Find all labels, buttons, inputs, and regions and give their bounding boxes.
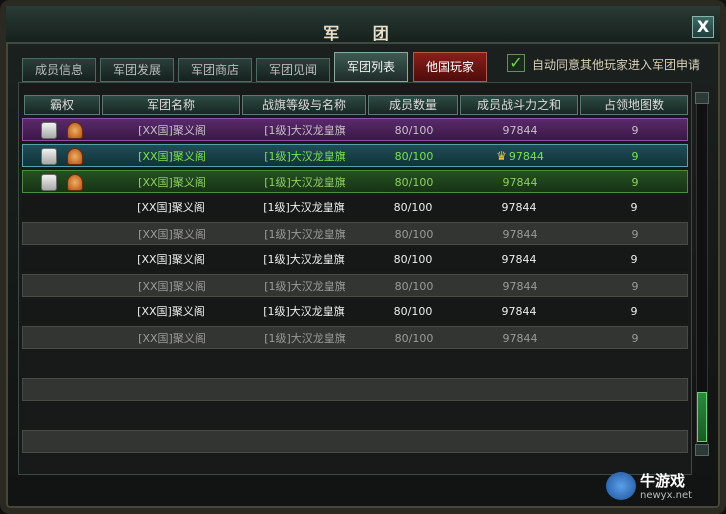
watermark: 牛游戏 newyx.net: [606, 470, 716, 504]
flag-name: [1级]大汉龙皇旗: [264, 124, 346, 137]
member-count: 80/100: [394, 150, 434, 163]
guild-name: [XX国]聚义阁: [138, 228, 206, 241]
member-count: 80/100: [394, 124, 434, 137]
member-count: 80/100: [394, 332, 434, 345]
flag-name: [1级]大汉龙皇旗: [264, 150, 346, 163]
empty-row: [22, 378, 688, 401]
flag-name: [1级]大汉龙皇旗: [263, 305, 345, 318]
flag-name: [1级]大汉龙皇旗: [263, 253, 345, 266]
auto-accept-checkbox[interactable]: ✓: [507, 54, 525, 72]
flag-name: [1级]大汉龙皇旗: [264, 176, 346, 189]
member-count: 80/100: [394, 280, 434, 293]
map-count: 9: [631, 332, 639, 345]
map-count: 9: [631, 176, 639, 189]
flag-name: [1级]大汉龙皇旗: [263, 201, 345, 214]
power-cell: ♛ 97844: [461, 145, 579, 168]
watermark-logo-icon: [606, 472, 636, 500]
power-sum: 97844: [502, 332, 538, 345]
table-row[interactable]: [XX国]聚义阁 [1级]大汉龙皇旗 80/100 97844 9: [22, 118, 688, 141]
silver-seal-icon: [41, 174, 57, 191]
guild-name: [XX国]聚义阁: [138, 280, 206, 293]
flag-name: [1级]大汉龙皇旗: [264, 280, 346, 293]
bronze-badge-icon: [67, 148, 83, 165]
power-sum: 97844: [508, 150, 544, 163]
power-sum: 97844: [502, 124, 538, 137]
tab-guild-shop[interactable]: 军团商店: [178, 58, 252, 82]
scroll-up-button[interactable]: [695, 92, 709, 104]
flag-name: [1级]大汉龙皇旗: [264, 228, 346, 241]
scroll-down-button[interactable]: [695, 444, 709, 456]
column-header-hegemony[interactable]: 霸权: [24, 95, 100, 115]
map-count: 9: [630, 305, 638, 318]
guild-name: [XX国]聚义阁: [138, 176, 206, 189]
member-count: 80/100: [394, 228, 434, 241]
map-count: 9: [631, 124, 639, 137]
bronze-badge-icon: [67, 174, 83, 191]
column-header-guild-name[interactable]: 军团名称: [102, 95, 240, 115]
guild-name: [XX国]聚义阁: [138, 332, 206, 345]
map-count: 9: [630, 253, 638, 266]
table-row[interactable]: [XX国]聚义阁 [1级]大汉龙皇旗 80/100 97844 9: [22, 170, 688, 193]
tab-member-info[interactable]: 成员信息: [22, 58, 96, 82]
table-row[interactable]: [XX国]聚义阁 [1级]大汉龙皇旗 80/100 ♛ 97844 9: [22, 144, 688, 167]
member-count: 80/100: [393, 305, 433, 318]
power-sum: 97844: [502, 176, 538, 189]
guild-name: [XX国]聚义阁: [138, 150, 206, 163]
window-title: 军 团: [323, 24, 403, 43]
silver-seal-icon: [41, 122, 57, 139]
scrollbar-thumb[interactable]: [697, 392, 707, 442]
table-row[interactable]: [XX国]聚义阁 [1级]大汉龙皇旗 80/100 97844 9: [22, 248, 688, 271]
table-row[interactable]: [XX国]聚义阁 [1级]大汉龙皇旗 80/100 97844 9: [22, 274, 688, 297]
watermark-url: newyx.net: [640, 490, 693, 501]
guild-name: [XX国]聚义阁: [137, 253, 205, 266]
power-sum: 97844: [501, 201, 537, 214]
map-count: 9: [631, 280, 639, 293]
member-count: 80/100: [393, 201, 433, 214]
tab-guild-list[interactable]: 军团列表: [334, 52, 408, 82]
map-count: 9: [630, 201, 638, 214]
close-button[interactable]: X: [692, 16, 714, 38]
column-header-members[interactable]: 成员数量: [368, 95, 458, 115]
power-sum: 97844: [501, 305, 537, 318]
crown-icon: ♛: [496, 149, 507, 163]
map-count: 9: [631, 150, 639, 163]
guild-name: [XX国]聚义阁: [137, 201, 205, 214]
power-sum: 97844: [502, 228, 538, 241]
guild-name: [XX国]聚义阁: [137, 305, 205, 318]
flag-name: [1级]大汉龙皇旗: [264, 332, 346, 345]
table-row[interactable]: [XX国]聚义阁 [1级]大汉龙皇旗 80/100 97844 9: [22, 326, 688, 349]
table-row[interactable]: [XX国]聚义阁 [1级]大汉龙皇旗 80/100 97844 9: [22, 300, 688, 323]
guild-name: [XX国]聚义阁: [138, 124, 206, 137]
tab-guild-news[interactable]: 军团见闻: [256, 58, 330, 82]
tab-other-country-players[interactable]: 他国玩家: [413, 52, 487, 82]
auto-accept-label: 自动同意其他玩家进入军团申请: [532, 58, 701, 72]
watermark-title: 牛游戏: [640, 472, 686, 490]
power-sum: 97844: [501, 253, 537, 266]
member-count: 80/100: [393, 253, 433, 266]
title-bar: 军 团: [6, 6, 720, 44]
empty-row: [22, 430, 688, 453]
table-row[interactable]: [XX国]聚义阁 [1级]大汉龙皇旗 80/100 97844 9: [22, 222, 688, 245]
tab-guild-development[interactable]: 军团发展: [100, 58, 174, 82]
column-header-flag[interactable]: 战旗等级与名称: [242, 95, 366, 115]
power-sum: 97844: [502, 280, 538, 293]
member-count: 80/100: [394, 176, 434, 189]
silver-seal-icon: [41, 148, 57, 165]
column-header-maps[interactable]: 占领地图数: [580, 95, 688, 115]
table-row[interactable]: [XX国]聚义阁 [1级]大汉龙皇旗 80/100 97844 9: [22, 196, 688, 219]
map-count: 9: [631, 228, 639, 241]
column-header-power[interactable]: 成员战斗力之和: [460, 95, 578, 115]
bronze-badge-icon: [67, 122, 83, 139]
